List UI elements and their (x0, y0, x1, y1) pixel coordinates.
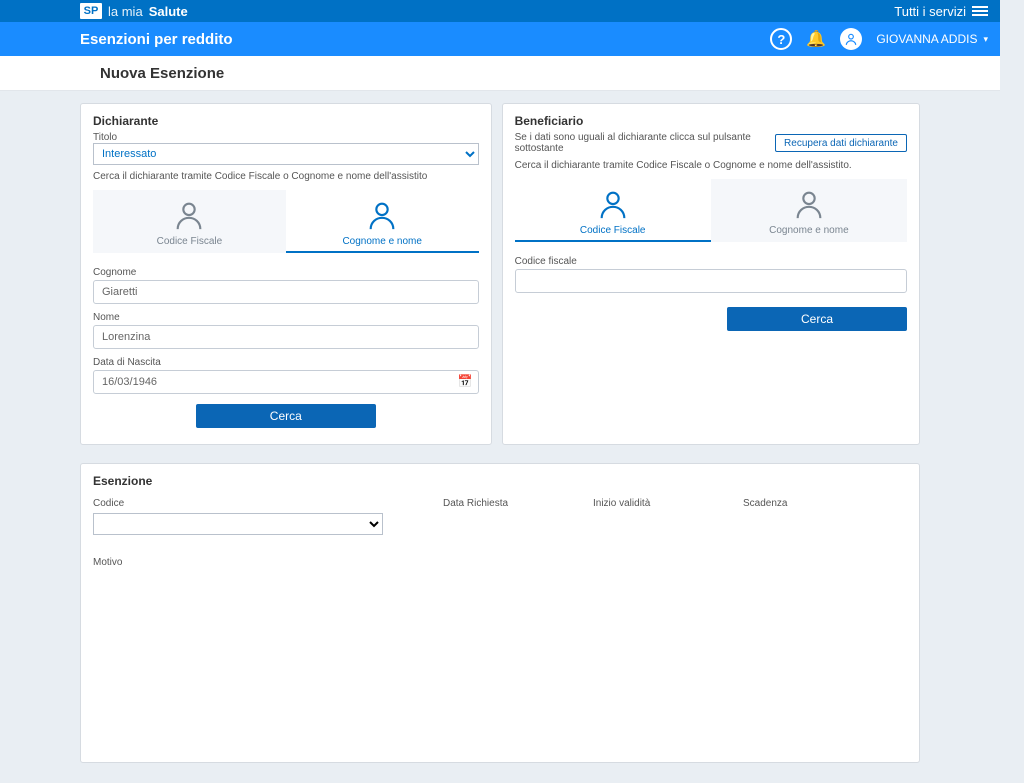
cognome-label: Cognome (93, 267, 479, 278)
chevron-down-icon: ▾ (983, 34, 988, 45)
page-title: Nuova Esenzione (100, 65, 224, 82)
menu-icon (972, 4, 988, 18)
brand: SP la mia Salute (80, 3, 188, 19)
brand-text-1: la mia (108, 4, 143, 19)
cerca-beneficiario-button[interactable]: Cerca (727, 307, 907, 331)
person-icon (172, 198, 206, 232)
all-services-label: Tutti i servizi (894, 4, 966, 19)
tab-codice-fiscale-dichiarante[interactable]: Codice Fiscale (93, 190, 286, 253)
dichiarante-search-hint: Cerca il dichiarante tramite Codice Fisc… (93, 171, 479, 182)
tab-codice-fiscale-beneficiario[interactable]: Codice Fiscale (515, 179, 711, 242)
person-icon (596, 187, 630, 221)
tab-cognome-nome-dichiarante[interactable]: Cognome e nome (286, 190, 479, 253)
data-nascita-label: Data di Nascita (93, 357, 479, 368)
beneficiario-heading: Beneficiario (515, 114, 907, 128)
dichiarante-heading: Dichiarante (93, 114, 479, 128)
brand-text-2: Salute (149, 4, 188, 19)
codice-select[interactable] (93, 513, 383, 535)
brand-logo: SP (80, 3, 102, 19)
panel-dichiarante: Dichiarante Titolo Interessato Cerca il … (80, 103, 492, 445)
inizio-validita-label: Inizio validità (593, 498, 683, 509)
esenzione-heading: Esenzione (93, 474, 907, 488)
motivo-label: Motivo (93, 557, 907, 568)
codice-label: Codice (93, 498, 383, 509)
scadenza-label: Scadenza (743, 498, 833, 509)
help-icon[interactable]: ? (770, 28, 792, 50)
user-menu[interactable]: GIOVANNA ADDIS ▾ (876, 32, 988, 46)
notifications-icon[interactable]: 🔔 (806, 29, 826, 49)
cerca-dichiarante-button[interactable]: Cerca (196, 404, 376, 428)
person-icon (792, 187, 826, 221)
codice-fiscale-input[interactable] (515, 269, 907, 293)
person-icon (365, 198, 399, 232)
nome-label: Nome (93, 312, 479, 323)
panel-esenzione: Esenzione Codice Data Richiesta Inizio v… (80, 463, 920, 763)
beneficiario-same-hint: Se i dati sono uguali al dichiarante cli… (515, 132, 771, 154)
panel-beneficiario: Beneficiario Se i dati sono uguali al di… (502, 103, 920, 445)
recupera-dati-button[interactable]: Recupera dati dichiarante (775, 134, 907, 152)
titolo-label: Titolo (93, 132, 479, 143)
data-nascita-input[interactable] (93, 370, 479, 394)
cognome-input[interactable] (93, 280, 479, 304)
user-name-label: GIOVANNA ADDIS (876, 32, 977, 46)
data-richiesta-label: Data Richiesta (443, 498, 533, 509)
tab-cognome-nome-beneficiario[interactable]: Cognome e nome (711, 179, 907, 242)
all-services-link[interactable]: Tutti i servizi (894, 4, 988, 19)
beneficiario-search-hint: Cerca il dichiarante tramite Codice Fisc… (515, 160, 907, 171)
titolo-select[interactable]: Interessato (93, 143, 479, 165)
codice-fiscale-label: Codice fiscale (515, 256, 907, 267)
user-avatar-icon[interactable] (840, 28, 862, 50)
app-title: Esenzioni per reddito (80, 31, 233, 48)
nome-input[interactable] (93, 325, 479, 349)
